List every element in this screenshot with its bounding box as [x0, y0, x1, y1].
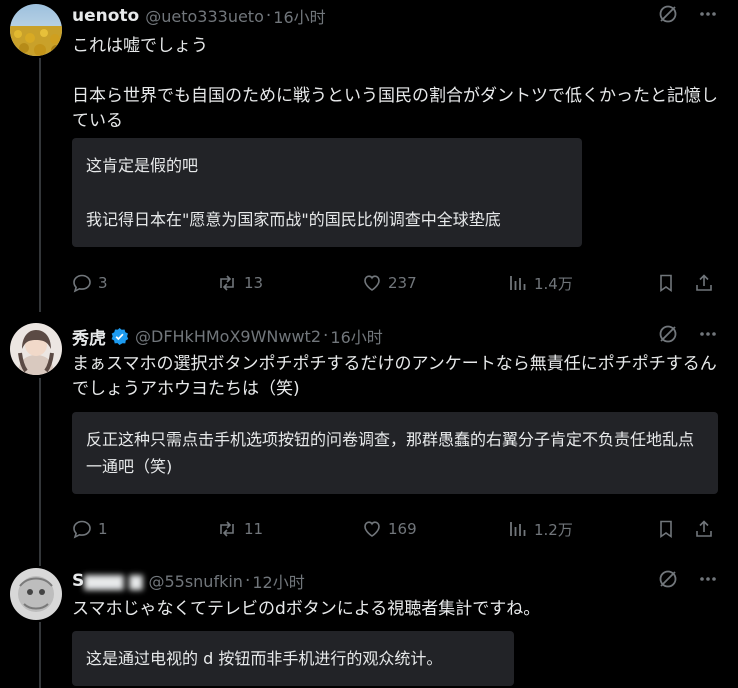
repost-count: 11: [244, 520, 264, 538]
grok-icon[interactable]: [658, 4, 678, 24]
reply-icon: [72, 519, 92, 539]
bookmark-icon: [656, 519, 676, 539]
views-button[interactable]: 1.4万: [508, 273, 656, 294]
display-name[interactable]: S▆▆▆ ▆: [72, 571, 142, 591]
post[interactable]: uenoto @ueto333ueto · 16小时 これは嘘でしょう 日本ら世…: [72, 4, 718, 247]
handle[interactable]: @DFHkHMoX9WNwwt2: [135, 327, 321, 346]
timestamp[interactable]: 12小时: [252, 569, 304, 593]
post-text: スマホじゃなくてテレビのdボタンによる視聴者集計ですね。: [72, 599, 541, 619]
like-count: 237: [388, 274, 417, 292]
bookmark-button[interactable]: [656, 273, 694, 293]
thread-line: [39, 622, 41, 688]
views-count: 1.2万: [534, 520, 573, 539]
like-icon: [362, 519, 382, 539]
reply-count: 3: [98, 274, 108, 292]
avatar[interactable]: [10, 323, 62, 375]
repost-icon: [216, 519, 238, 539]
separator: ·: [323, 326, 329, 346]
grok-icon[interactable]: [658, 569, 678, 589]
bookmark-button[interactable]: [656, 519, 694, 539]
repost-count: 13: [244, 274, 264, 292]
separator: ·: [265, 6, 272, 26]
translation-box: 这肯定是假的吧 我记得日本在"愿意为国家而战"的国民比例调查中全球垫底: [72, 138, 582, 247]
repost-button[interactable]: 13: [216, 273, 362, 293]
post-actions: 3 13 237 1.4万: [72, 271, 718, 295]
views-icon: [508, 519, 528, 539]
post[interactable]: S▆▆▆ ▆ @55snufkin · 12小时 スマホじゃなくてテレビのdボタ…: [72, 569, 718, 686]
timestamp[interactable]: 16小时: [273, 4, 325, 28]
thread-line: [39, 378, 41, 566]
views-count: 1.4万: [534, 274, 573, 293]
reply-icon: [72, 273, 92, 293]
post[interactable]: 秀虎 @DFHkHMoX9WNwwt2 · 16小时 まぁスマホの選択ボタンポチ…: [72, 324, 718, 494]
views-button[interactable]: 1.2万: [508, 519, 656, 540]
post-header: uenoto @ueto333ueto · 16小时: [72, 4, 718, 28]
translation-box: 反正这种只需点击手机选项按钮的问卷调查，那群愚蠢的右翼分子肯定不负责任地乱点一通…: [72, 412, 718, 494]
like-button[interactable]: 169: [362, 519, 508, 539]
avatar[interactable]: [10, 4, 62, 56]
like-count: 169: [388, 520, 417, 538]
like-button[interactable]: 237: [362, 273, 508, 293]
header-actions: [658, 324, 718, 344]
avatar[interactable]: [10, 568, 62, 620]
like-icon: [362, 273, 382, 293]
display-name[interactable]: uenoto: [72, 6, 139, 26]
post-text: これは嘘でしょう 日本ら世界でも自国のために戦うという国民の割合がダントツで低く…: [72, 36, 718, 131]
timestamp[interactable]: 16小时: [330, 324, 382, 348]
share-icon: [694, 273, 714, 293]
handle[interactable]: @ueto333ueto: [145, 7, 264, 26]
display-name[interactable]: 秀虎: [72, 324, 106, 349]
blurred-name: ▆▆▆ ▆: [84, 571, 143, 591]
post-header: 秀虎 @DFHkHMoX9WNwwt2 · 16小时: [72, 324, 718, 349]
share-icon: [694, 519, 714, 539]
verified-badge-icon: [110, 327, 129, 346]
share-button[interactable]: [694, 519, 714, 539]
bookmark-icon: [656, 273, 676, 293]
repost-icon: [216, 273, 238, 293]
header-actions: [658, 4, 718, 24]
header-actions: [658, 569, 718, 589]
thread-line: [39, 58, 41, 312]
post-header: S▆▆▆ ▆ @55snufkin · 12小时: [72, 569, 718, 593]
reply-button[interactable]: 1: [72, 519, 216, 539]
reply-count: 1: [98, 520, 108, 538]
more-icon[interactable]: [698, 569, 718, 589]
more-icon[interactable]: [698, 324, 718, 344]
more-icon[interactable]: [698, 4, 718, 24]
handle[interactable]: @55snufkin: [148, 572, 242, 591]
views-icon: [508, 273, 528, 293]
post-actions: 1 11 169 1.2万: [72, 517, 718, 541]
post-text: まぁスマホの選択ボタンポチポチするだけのアンケートなら無責任にポチポチするんでし…: [72, 354, 717, 399]
reply-button[interactable]: 3: [72, 273, 216, 293]
grok-icon[interactable]: [658, 324, 678, 344]
share-button[interactable]: [694, 273, 714, 293]
repost-button[interactable]: 11: [216, 519, 362, 539]
separator: ·: [244, 571, 251, 591]
translation-box: 这是通过电视的 d 按钮而非手机进行的观众统计。: [72, 631, 514, 686]
